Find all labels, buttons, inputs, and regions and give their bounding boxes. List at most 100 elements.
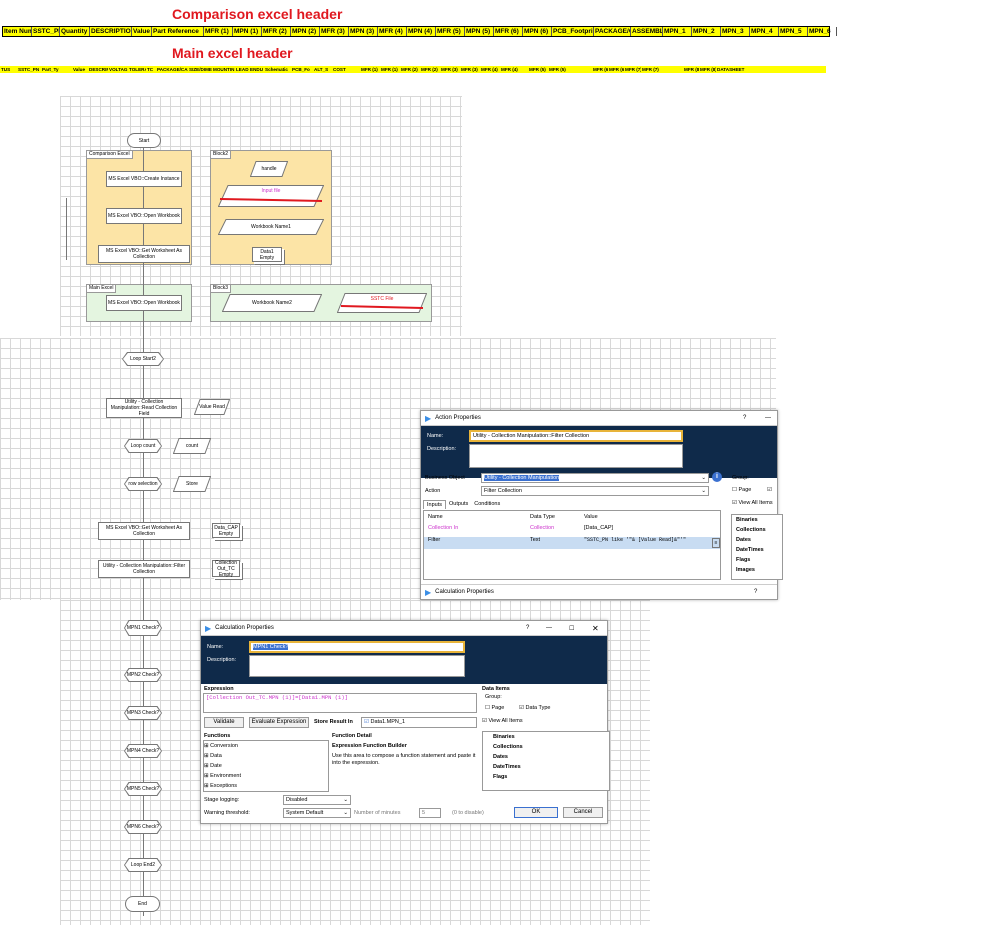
minimize-icon[interactable]: — <box>546 625 552 631</box>
read-collection-field-stage[interactable]: Utility - Collection Manipulation::Read … <box>106 398 182 418</box>
store-result-input[interactable]: ☑ Data1.MPN_1 <box>361 717 477 728</box>
header-cell[interactable]: MFR (2) <box>400 66 420 73</box>
header-cell[interactable]: DESCRIPTION <box>90 27 132 36</box>
mpn5-check-stage[interactable]: MPN5 Check? <box>124 782 162 796</box>
header-cell[interactable]: Part Reference <box>152 27 204 36</box>
tree-item[interactable]: Collections <box>736 525 782 535</box>
start-stage[interactable]: Start <box>127 133 161 148</box>
tree-item[interactable]: Collections <box>493 742 609 752</box>
tree-item[interactable]: DateTimes <box>493 762 609 772</box>
header-cell[interactable]: PACKAGE/CA <box>594 27 631 36</box>
header-cell[interactable]: MFR (4) <box>378 27 407 36</box>
header-cell[interactable]: MFR (5) <box>436 27 465 36</box>
tree-item[interactable]: Dates <box>493 752 609 762</box>
header-cell[interactable]: Item Num <box>3 27 32 36</box>
header-cell[interactable]: MPN (4) <box>407 27 436 36</box>
header-cell[interactable]: MPN_4 <box>750 27 779 36</box>
header-cell[interactable]: LEAD <box>235 66 249 73</box>
tree-item[interactable]: ⊞ Data <box>204 751 328 761</box>
data-items-tree[interactable]: Binaries Collections Dates DateTimes Fla… <box>482 731 610 791</box>
header-cell[interactable]: MFR (7) <box>624 66 641 73</box>
header-cell[interactable]: DESCRIPT <box>88 66 108 73</box>
handle-data-item[interactable]: handle <box>250 161 288 177</box>
minimize-icon[interactable]: — <box>765 415 771 421</box>
help-button[interactable]: ? <box>526 625 529 631</box>
name-input[interactable]: Utility - Collection Manipulation::Filte… <box>469 430 683 442</box>
header-cell[interactable]: MFR (5) <box>528 66 548 73</box>
data-items-tree[interactable]: Binaries Collections Dates DateTimes Fla… <box>731 514 783 580</box>
header-cell[interactable]: MFR (8) <box>699 66 716 73</box>
header-cell[interactable]: MFR (2) <box>420 66 440 73</box>
header-cell[interactable]: SIZE/DIMEN <box>188 66 212 73</box>
datatype-checkbox[interactable]: ☑ <box>767 487 772 493</box>
store-data-item[interactable]: Store <box>173 476 211 492</box>
validate-button[interactable]: Validate <box>204 717 244 728</box>
mpn1-check-stage[interactable]: MPN1 Check? <box>124 620 162 636</box>
tree-item[interactable]: Dates <box>736 535 782 545</box>
value-read-data-item[interactable]: Value Read <box>194 399 230 415</box>
header-cell[interactable]: TUS <box>0 66 17 73</box>
datatype-checkbox[interactable]: ☑ Data Type <box>519 705 550 711</box>
header-cell[interactable]: MPN_5 <box>779 27 808 36</box>
header-cell[interactable]: PCB_Fo <box>291 66 313 73</box>
open-workbook-stage[interactable]: MS Excel VBO::Open Workbook <box>106 208 182 224</box>
business-object-select[interactable]: Utility - Collection Manipulation ⌄ <box>481 473 709 483</box>
loop-end-stage[interactable]: Loop End2 <box>124 858 162 872</box>
header-cell[interactable]: MOUNTIN <box>212 66 235 73</box>
header-cell[interactable]: MPN (3) <box>349 27 378 36</box>
tree-item[interactable]: Images <box>736 565 782 575</box>
header-cell[interactable]: MPN (6) <box>523 27 552 36</box>
minutes-input[interactable]: 5 <box>419 808 441 818</box>
close-icon[interactable]: ✕ <box>592 624 599 633</box>
header-cell[interactable]: MPN (1) <box>233 27 262 36</box>
header-cell[interactable]: MFR (6) <box>592 66 608 73</box>
description-input[interactable] <box>469 444 683 468</box>
loop-count-stage[interactable]: Loop count <box>124 439 162 453</box>
workbook-name2-data-item[interactable]: Workbook Name2 <box>222 294 322 312</box>
view-all-checkbox[interactable]: ☑ View All Items <box>732 500 773 506</box>
header-cell[interactable]: SSTC_PN <box>32 27 60 36</box>
header-cell[interactable]: MFR (1) <box>204 27 233 36</box>
header-cell[interactable]: MFR (3) <box>460 66 480 73</box>
header-cell[interactable]: MFR (6) <box>608 66 624 73</box>
tree-item[interactable]: Flags <box>736 555 782 565</box>
tab-inputs[interactable]: Inputs <box>423 500 446 509</box>
maximize-icon[interactable]: ☐ <box>569 625 574 632</box>
info-icon[interactable]: i <box>712 472 722 482</box>
header-cell[interactable]: Value <box>132 27 152 36</box>
header-cell[interactable]: MFR (4) <box>480 66 500 73</box>
collection-out-collection[interactable]: Collection Out_TC Empty <box>212 560 240 578</box>
header-cell[interactable]: COST <box>332 66 360 73</box>
sstc-file-data-item[interactable]: SSTC File <box>337 293 427 313</box>
header-cell[interactable]: SSTC_PN <box>17 66 41 73</box>
mpn6-check-stage[interactable]: MPN6 Check? <box>124 820 162 834</box>
mpn4-check-stage[interactable]: MPN4 Check? <box>124 744 162 758</box>
header-cell[interactable]: Value <box>72 66 88 73</box>
tree-item[interactable]: ⊞ Exceptions <box>204 781 328 791</box>
tree-item[interactable]: ⊞ Date <box>204 761 328 771</box>
get-worksheet-stage[interactable]: MS Excel VBO::Get Worksheet As Collectio… <box>98 245 190 263</box>
table-row[interactable]: Collection In Collection [Data_CAP] <box>424 525 720 537</box>
header-cell[interactable]: Part_Ty <box>41 66 72 73</box>
header-cell[interactable]: ALT_S <box>313 66 332 73</box>
count-data-item[interactable]: count <box>173 438 211 454</box>
data-cap-collection[interactable]: Data_CAP Empty <box>212 523 240 538</box>
input-file-data-item[interactable]: Input file <box>218 185 324 207</box>
tree-item[interactable]: DateTimes <box>736 545 782 555</box>
header-cell[interactable]: MFR (4) <box>500 66 528 73</box>
header-cell[interactable]: TC <box>146 66 156 73</box>
header-cell[interactable]: MPN_3 <box>721 27 750 36</box>
ok-button[interactable]: OK <box>514 807 558 818</box>
tab-conditions[interactable]: Conditions <box>471 500 503 509</box>
header-cell[interactable]: MFR (2) <box>262 27 291 36</box>
header-cell[interactable]: MFR (5) <box>548 66 592 73</box>
functions-tree[interactable]: ⊞ Conversion ⊞ Data ⊞ Date ⊞ Environment… <box>203 740 329 792</box>
header-cell[interactable]: MFR (7) <box>641 66 683 73</box>
tree-item[interactable]: ⊞ Conversion <box>204 741 328 751</box>
main-open-workbook-stage[interactable]: MS Excel VBO::Open Workbook <box>106 295 182 311</box>
tree-item[interactable]: ⊞ Environment <box>204 771 328 781</box>
header-cell[interactable]: DATASHEET <box>716 66 752 73</box>
calc-description-input[interactable] <box>249 655 465 677</box>
help-button[interactable]: ? <box>754 589 757 595</box>
warning-threshold-select[interactable]: System Default ⌄ <box>283 808 351 818</box>
